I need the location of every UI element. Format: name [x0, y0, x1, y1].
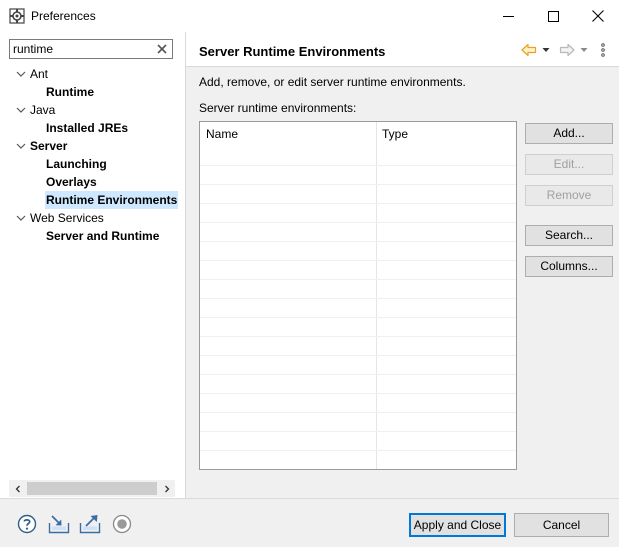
table-row [200, 298, 516, 299]
column-header-type[interactable]: Type [382, 127, 408, 141]
filter-field[interactable] [9, 39, 173, 59]
table-row [200, 355, 516, 356]
table-row [200, 317, 516, 318]
table-row [200, 165, 516, 166]
tree-label: Installed JREs [46, 121, 129, 135]
column-divider [376, 122, 377, 469]
tree-label: Runtime Environments [46, 193, 178, 207]
tree-label: Runtime [46, 85, 94, 99]
filter-input[interactable] [13, 41, 153, 57]
back-menu-dropdown-icon[interactable] [541, 42, 551, 58]
back-arrow-icon[interactable] [521, 42, 537, 58]
tree-item-installed-jres[interactable]: Installed JREs [46, 119, 128, 137]
forward-menu-dropdown-icon[interactable] [579, 42, 589, 58]
table-row [200, 260, 516, 261]
maximize-button[interactable] [530, 0, 576, 32]
search-button[interactable]: Search... [525, 225, 613, 246]
tree-horizontal-scrollbar[interactable] [9, 480, 175, 497]
page-title: Server Runtime Environments [199, 44, 386, 59]
table-row [200, 279, 516, 280]
remove-button[interactable]: Remove [525, 185, 613, 206]
cancel-button[interactable]: Cancel [514, 513, 609, 537]
table-row [200, 184, 516, 185]
edit-button[interactable]: Edit... [525, 154, 613, 175]
close-icon [592, 10, 604, 22]
tree-label: Ant [30, 67, 49, 81]
scroll-left-button[interactable] [9, 480, 26, 497]
tree-label: Server [30, 139, 68, 153]
tree-item-ant-runtime[interactable]: Runtime [46, 83, 94, 101]
table-row [200, 222, 516, 223]
clear-filter-icon[interactable] [155, 42, 169, 56]
page-header: Server Runtime Environments [186, 32, 619, 67]
tree-label: Web Services [30, 211, 104, 225]
table-row [200, 450, 516, 451]
minimize-icon [502, 15, 514, 17]
scrollbar-thumb[interactable] [27, 482, 157, 495]
table-header: Name Type [200, 122, 516, 146]
export-icon[interactable] [79, 514, 101, 534]
help-icon[interactable] [17, 514, 37, 534]
chevron-down-icon[interactable] [15, 101, 27, 119]
page-description: Add, remove, or edit server runtime envi… [199, 75, 466, 89]
record-icon[interactable] [112, 514, 132, 534]
tree-label: Launching [46, 157, 107, 171]
tree-item-overlays[interactable]: Overlays [46, 173, 97, 191]
chevron-down-icon[interactable] [15, 137, 27, 155]
tree-item-server-and-runtime[interactable]: Server and Runtime [46, 227, 159, 245]
tree-item-java[interactable]: Java [16, 101, 56, 119]
scroll-right-button[interactable] [158, 480, 175, 497]
minimize-button[interactable] [485, 0, 531, 32]
chevron-down-icon[interactable] [15, 65, 27, 83]
table-row [200, 203, 516, 204]
title-bar: Preferences [0, 0, 619, 32]
tree-item-launching[interactable]: Launching [46, 155, 107, 173]
table-row [200, 431, 516, 432]
forward-arrow-icon[interactable] [559, 42, 575, 58]
tree-item-runtime-environments[interactable]: Runtime Environments [45, 191, 179, 209]
chevron-left-icon [15, 485, 20, 492]
view-menu-icon[interactable] [599, 42, 607, 58]
table-row [200, 412, 516, 413]
tree-label: Java [30, 103, 56, 117]
table-row [200, 374, 516, 375]
add-button[interactable]: Add... [525, 123, 613, 144]
tree-label: Server and Runtime [46, 229, 160, 243]
column-header-name[interactable]: Name [206, 127, 238, 141]
apply-and-close-button[interactable]: Apply and Close [409, 513, 506, 537]
close-button[interactable] [575, 0, 619, 32]
preferences-app-icon [9, 8, 25, 24]
preferences-tree-panel: Ant Runtime Java Installed JREs Server L… [0, 32, 186, 498]
chevron-right-icon [164, 485, 169, 492]
table-row [200, 393, 516, 394]
table-row [200, 336, 516, 337]
table-row [200, 241, 516, 242]
runtime-environments-table[interactable]: Name Type [199, 121, 517, 470]
tree-item-ant[interactable]: Ant [16, 65, 49, 83]
maximize-icon [547, 10, 559, 22]
preference-page: Server Runtime Environments Add, remove,… [186, 32, 619, 498]
window-title: Preferences [31, 9, 96, 23]
tree-item-web-services[interactable]: Web Services [16, 209, 104, 227]
import-icon[interactable] [48, 514, 70, 534]
dialog-button-bar: Apply and Close Cancel [0, 498, 619, 547]
tree-label: Overlays [46, 175, 97, 189]
runtime-list-label: Server runtime environments: [199, 101, 357, 115]
chevron-down-icon[interactable] [15, 209, 27, 227]
tree-item-server[interactable]: Server [16, 137, 68, 155]
columns-button[interactable]: Columns... [525, 256, 613, 277]
